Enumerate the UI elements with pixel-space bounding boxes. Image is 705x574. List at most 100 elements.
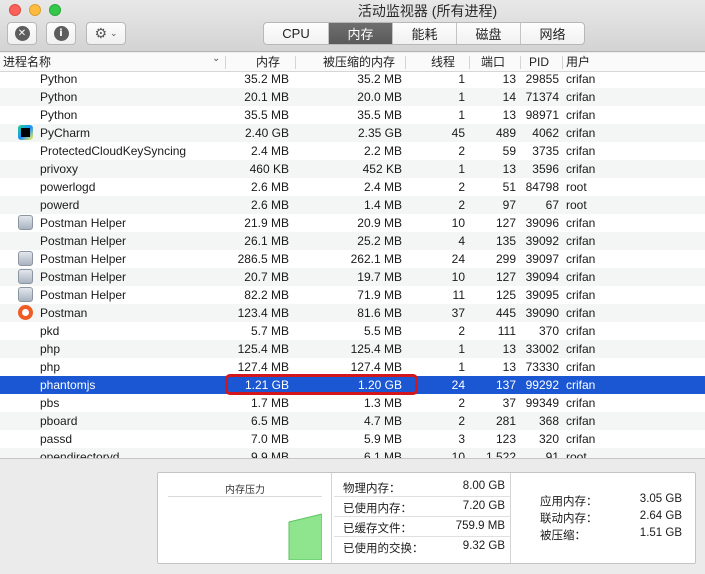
cell-compressed: 127.4 MB bbox=[350, 360, 402, 374]
memory-breakdown-label: 应用内存： bbox=[540, 496, 598, 508]
cell-name: powerd bbox=[40, 198, 80, 212]
tab-1[interactable]: 内存 bbox=[328, 23, 392, 44]
table-row[interactable]: Postman 123.4 MB 81.6 MB 37 445 39090 crifan bbox=[0, 304, 705, 322]
table-row[interactable]: Postman Helper 21.9 MB 20.9 MB 10 127 39096 cr… bbox=[0, 214, 705, 232]
memory-stat-label: 已使用内存： bbox=[343, 503, 412, 515]
cell-ports: 59 bbox=[502, 144, 516, 158]
cell-memory: 286.5 MB bbox=[237, 252, 289, 266]
column-header-ports[interactable]: 端口 bbox=[481, 53, 505, 72]
column-header-pid[interactable]: PID bbox=[529, 53, 549, 72]
memory-pressure-graph bbox=[288, 513, 322, 560]
cell-threads: 24 bbox=[451, 378, 465, 392]
column-header-user[interactable]: 用户 bbox=[566, 53, 590, 72]
cell-ports: 51 bbox=[502, 180, 516, 194]
tab-4[interactable]: 网络 bbox=[520, 23, 584, 44]
cell-user: crifan bbox=[566, 396, 596, 410]
tab-2[interactable]: 能耗 bbox=[392, 23, 456, 44]
table-row[interactable]: pkd 5.7 MB 5.5 MB 2 111 370 crifan bbox=[0, 322, 705, 340]
process-list: Python 35.2 MB 35.2 MB 1 13 29855 crifan Python… bbox=[0, 72, 705, 458]
memory-breakdown: 应用内存： 3.05 GB 联动内存： 2.64 GB 被压缩： 1.51 GB bbox=[512, 473, 696, 563]
cell-pid: 39096 bbox=[525, 216, 559, 230]
column-header-memory[interactable]: 内存 bbox=[256, 53, 280, 72]
memory-breakdown-label: 被压缩： bbox=[540, 530, 586, 542]
stop-process-button[interactable]: ✕ bbox=[7, 22, 37, 45]
cell-compressed: 1.4 MB bbox=[363, 198, 402, 212]
table-row[interactable]: Postman Helper 82.2 MB 71.9 MB 11 125 39095 cr… bbox=[0, 286, 705, 304]
table-row[interactable]: Postman Helper 26.1 MB 25.2 MB 4 135 39092 cri… bbox=[0, 232, 705, 250]
cell-threads: 1 bbox=[458, 360, 465, 374]
cell-compressed: 19.7 MB bbox=[357, 270, 402, 284]
cell-name: phantomjs bbox=[40, 378, 96, 392]
cell-pid: 99349 bbox=[525, 396, 559, 410]
table-row[interactable]: php 127.4 MB 127.4 MB 1 13 73330 crifan bbox=[0, 358, 705, 376]
process-table[interactable]: Python 35.2 MB 35.2 MB 1 13 29855 crifan Python… bbox=[0, 72, 705, 458]
column-divider[interactable] bbox=[405, 56, 406, 69]
table-row[interactable]: Python 35.5 MB 35.5 MB 1 13 98971 crifan bbox=[0, 106, 705, 124]
cell-threads: 45 bbox=[451, 126, 465, 140]
cell-memory: 26.1 MB bbox=[244, 234, 289, 248]
column-divider[interactable] bbox=[225, 56, 226, 69]
tab-3[interactable]: 磁盘 bbox=[456, 23, 520, 44]
table-row[interactable]: phantomjs 1.21 GB 1.20 GB 24 137 99292 crifan bbox=[0, 376, 705, 394]
memory-breakdown-value: 1.51 GB bbox=[639, 527, 682, 539]
cell-user: crifan bbox=[566, 162, 596, 176]
table-row[interactable]: pbs 1.7 MB 1.3 MB 2 37 99349 crifan bbox=[0, 394, 705, 412]
table-row[interactable]: privoxy 460 KB 452 KB 1 13 3596 crifan bbox=[0, 160, 705, 178]
column-divider[interactable] bbox=[469, 56, 470, 69]
pycharm-icon bbox=[18, 125, 33, 140]
cell-user: crifan bbox=[566, 378, 596, 392]
inspect-process-button[interactable]: i bbox=[46, 22, 76, 45]
cell-compressed: 125.4 MB bbox=[350, 342, 402, 356]
window-title: 活动监视器 (所有进程) bbox=[357, 3, 498, 19]
column-header-threads[interactable]: 线程 bbox=[431, 53, 455, 72]
column-divider[interactable] bbox=[520, 56, 521, 69]
cell-compressed: 35.2 MB bbox=[357, 72, 402, 86]
cell-pid: 3735 bbox=[532, 144, 559, 158]
cell-pid: 91 bbox=[545, 450, 559, 458]
cell-threads: 1 bbox=[458, 108, 465, 122]
cell-user: crifan bbox=[566, 324, 596, 338]
sort-chevron-icon[interactable]: ⌄ bbox=[212, 53, 220, 64]
column-header-name[interactable]: 进程名称 bbox=[3, 53, 51, 72]
cell-compressed: 20.0 MB bbox=[357, 90, 402, 104]
cell-name: powerlogd bbox=[40, 180, 96, 194]
column-divider[interactable] bbox=[295, 56, 296, 69]
cell-pid: 39097 bbox=[525, 252, 559, 266]
tab-0[interactable]: CPU bbox=[264, 23, 328, 44]
cell-pid: 67 bbox=[545, 198, 559, 212]
table-row[interactable]: Python 20.1 MB 20.0 MB 1 14 71374 crifan bbox=[0, 88, 705, 106]
column-header-compressed[interactable]: 被压缩的内存 bbox=[323, 53, 395, 72]
table-row[interactable]: powerd 2.6 MB 1.4 MB 2 97 67 root bbox=[0, 196, 705, 214]
table-row[interactable]: Python 35.2 MB 35.2 MB 1 13 29855 crifan bbox=[0, 72, 705, 88]
cell-compressed: 25.2 MB bbox=[357, 234, 402, 248]
table-row[interactable]: Postman Helper 20.7 MB 19.7 MB 10 127 39094 cr… bbox=[0, 268, 705, 286]
actions-menu-button[interactable]: ⚙ ⌄ bbox=[86, 22, 126, 45]
cell-pid: 29855 bbox=[525, 72, 559, 86]
table-row[interactable]: PyCharm 2.40 GB 2.35 GB 45 489 4062 crifan bbox=[0, 124, 705, 142]
cell-pid: 39095 bbox=[525, 288, 559, 302]
cell-threads: 2 bbox=[458, 324, 465, 338]
cell-ports: 489 bbox=[495, 126, 516, 140]
memory-stat-value: 8.00 GB bbox=[462, 480, 505, 492]
cell-ports: 135 bbox=[495, 234, 516, 248]
table-row[interactable]: pboard 6.5 MB 4.7 MB 2 281 368 crifan bbox=[0, 412, 705, 430]
cell-compressed: 5.9 MB bbox=[363, 432, 402, 446]
table-row[interactable]: opendirectoryd 9.9 MB 6.1 MB 10 1,522 91 root bbox=[0, 448, 705, 458]
cell-threads: 2 bbox=[458, 414, 465, 428]
cell-pid: 73330 bbox=[525, 360, 559, 374]
cell-pid: 39092 bbox=[525, 234, 559, 248]
cell-ports: 13 bbox=[502, 342, 516, 356]
cell-memory: 35.2 MB bbox=[244, 72, 289, 86]
table-row[interactable]: php 125.4 MB 125.4 MB 1 13 33002 crifan bbox=[0, 340, 705, 358]
column-divider[interactable] bbox=[562, 56, 563, 69]
table-row[interactable]: ProtectedCloudKeySyncing 2.4 MB 2.2 MB 2 59 3… bbox=[0, 142, 705, 160]
cell-ports: 299 bbox=[495, 252, 516, 266]
table-row[interactable]: Postman Helper 286.5 MB 262.1 MB 24 299 39097… bbox=[0, 250, 705, 268]
memory-stat-row: 已缓存文件： 759.9 MB bbox=[334, 518, 511, 537]
table-row[interactable]: powerlogd 2.6 MB 2.4 MB 2 51 84798 root bbox=[0, 178, 705, 196]
table-row[interactable]: passd 7.0 MB 5.9 MB 3 123 320 crifan bbox=[0, 430, 705, 448]
cell-memory: 9.9 MB bbox=[250, 450, 289, 458]
memory-stat-label: 已使用的交换： bbox=[343, 543, 424, 555]
cell-user: root bbox=[566, 198, 587, 212]
cell-user: crifan bbox=[566, 288, 596, 302]
